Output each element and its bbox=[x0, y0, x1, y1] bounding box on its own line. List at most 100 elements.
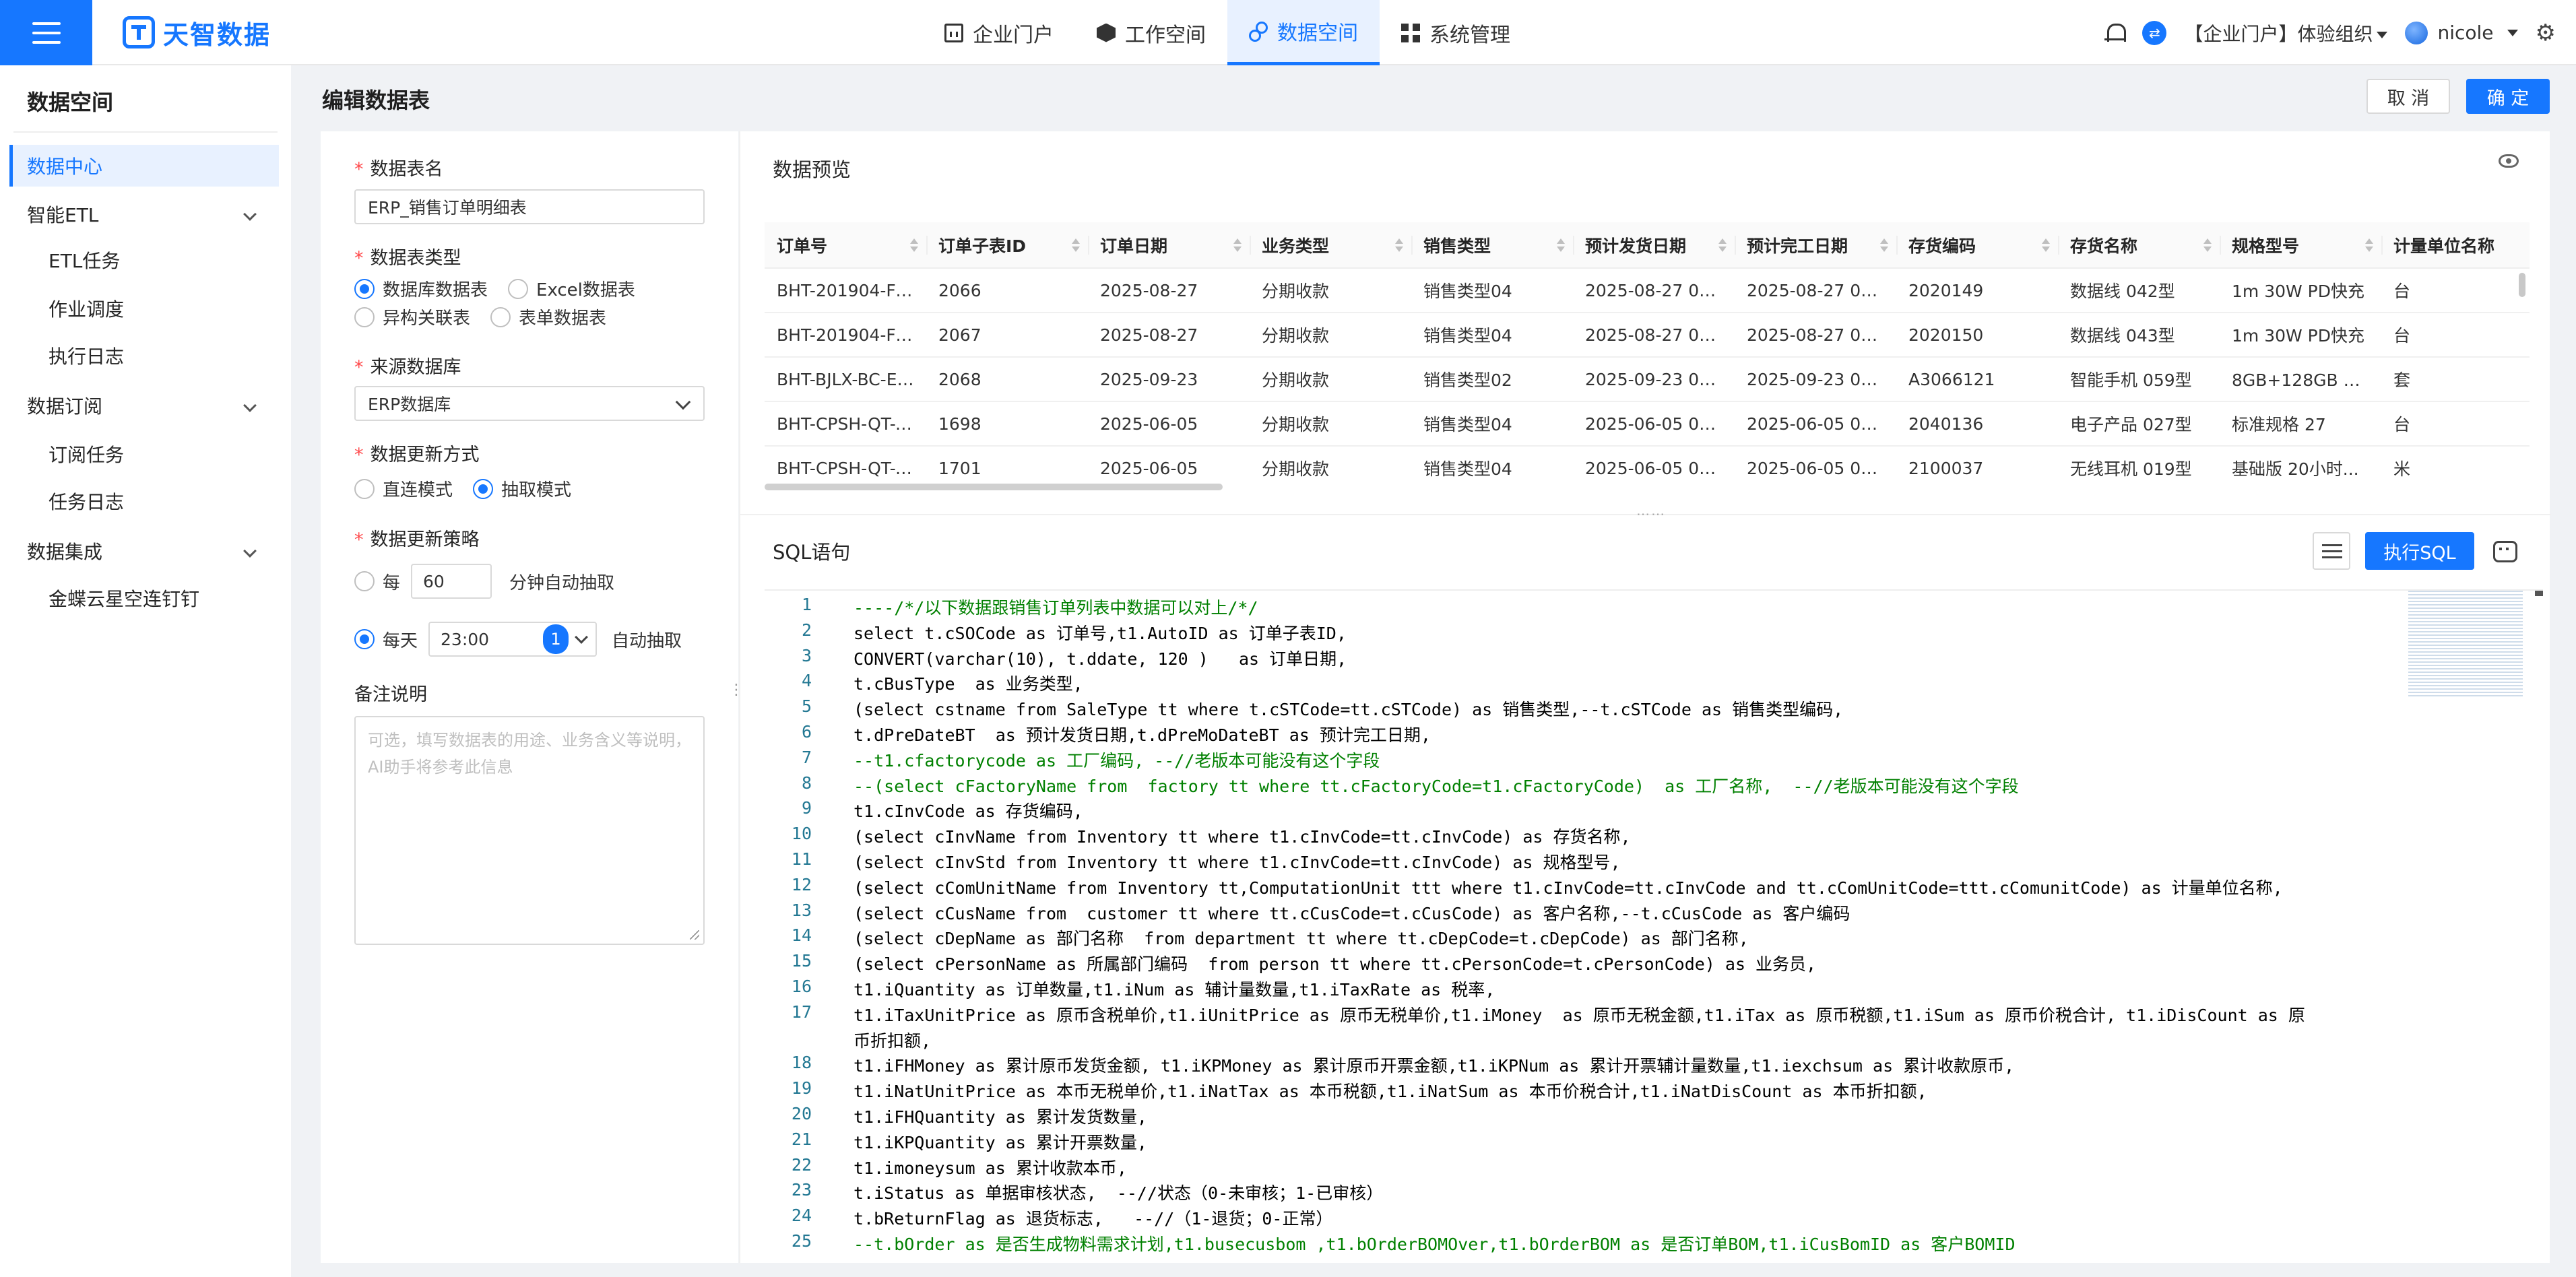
strategy-radio-daily[interactable]: 每天 bbox=[354, 627, 418, 652]
vertical-scrollbar[interactable] bbox=[2519, 273, 2525, 297]
code-text: CONVERT(varchar(10), t.ddate, 120 ) as 订… bbox=[854, 649, 1347, 669]
org-switcher[interactable]: 【企业门户】体验组织 bbox=[2184, 20, 2388, 46]
table-cell: 销售类型04 bbox=[1411, 446, 1573, 488]
sidebar-item[interactable]: 订阅任务 bbox=[9, 433, 279, 475]
code-line: 21 t1.iKPQuantity as 累计开票数量, bbox=[765, 1129, 2449, 1154]
menu-toggle-button[interactable] bbox=[0, 0, 92, 65]
column-header-label: 规格型号 bbox=[2232, 236, 2300, 256]
time-spin-badge[interactable]: 1 bbox=[543, 624, 569, 654]
share-nodes-icon bbox=[1249, 22, 1268, 42]
sidebar-item[interactable]: 数据订阅 bbox=[9, 385, 279, 426]
column-header-label: 业务类型 bbox=[1262, 236, 1330, 256]
table-cell: 分期收款 bbox=[1250, 268, 1411, 313]
split-drag-handle[interactable]: ⋯⋯ bbox=[1636, 506, 1666, 522]
column-header-label: 预计发货日期 bbox=[1585, 236, 1687, 256]
app-logo[interactable]: 天智数据 bbox=[123, 13, 271, 51]
column-header[interactable]: 预计发货日期 bbox=[1573, 222, 1735, 269]
user-name: nicole bbox=[2437, 22, 2494, 44]
gear-icon[interactable]: ⚙ bbox=[2536, 20, 2556, 46]
organization-icon[interactable]: ⇄ bbox=[2142, 20, 2167, 45]
type-radio-database[interactable]: 数据库数据表 bbox=[354, 276, 488, 301]
type-radio-heterogeneous[interactable]: 异构关联表 bbox=[354, 304, 470, 329]
sidebar-item[interactable]: 作业调度 bbox=[9, 288, 279, 329]
mode-radio-extract[interactable]: 抽取模式 bbox=[473, 476, 571, 501]
column-header[interactable]: 销售类型 bbox=[1411, 222, 1573, 269]
resize-handle-icon[interactable] bbox=[690, 930, 699, 940]
code-text: t1.iTaxUnitPrice as 原币含税单价,t1.iUnitPrice… bbox=[854, 1005, 2305, 1025]
code-text: ----/*/以下数据跟销售订单列表中数据可以对上/*/ bbox=[854, 598, 1258, 618]
type-radio-form[interactable]: 表单数据表 bbox=[490, 304, 606, 329]
line-number: 25 bbox=[791, 1231, 812, 1251]
table-cell: 分期收款 bbox=[1250, 313, 1411, 358]
column-header-label: 计量单位名称 bbox=[2393, 236, 2495, 256]
line-number: 12 bbox=[791, 874, 812, 894]
sidebar-item[interactable]: 智能ETL bbox=[9, 193, 279, 235]
chevron-down-icon[interactable] bbox=[575, 630, 588, 644]
source-db-select[interactable]: ERP数据库 bbox=[354, 386, 705, 421]
sql-settings-button[interactable] bbox=[2313, 532, 2350, 570]
code-text: t1.iQuantity as 订单数量,t1.iNum as 辅计量数量,t1… bbox=[854, 980, 1495, 1000]
sidebar-item-label: 金蝶云星空连钉钉 bbox=[49, 588, 200, 610]
column-header[interactable]: 订单子表ID bbox=[926, 222, 1088, 269]
radio-label: 数据库数据表 bbox=[383, 280, 488, 300]
radio-dot bbox=[508, 278, 529, 299]
user-menu[interactable]: nicole bbox=[2405, 21, 2518, 44]
eye-icon[interactable] bbox=[2499, 154, 2519, 168]
sidebar-item[interactable]: 任务日志 bbox=[9, 480, 279, 522]
radio-dot bbox=[354, 571, 375, 591]
robot-icon[interactable] bbox=[2490, 535, 2520, 565]
org-label: 【企业门户】体验组织 bbox=[2184, 22, 2373, 45]
nav-system-admin[interactable]: 系统管理 bbox=[1380, 0, 1532, 65]
table-name-input[interactable]: ERP_销售订单明细表 bbox=[354, 189, 705, 224]
run-sql-button[interactable]: 执行SQL bbox=[2365, 532, 2474, 570]
sidebar-item[interactable]: 金蝶云星空连钉钉 bbox=[9, 577, 279, 619]
nav-data-space[interactable]: 数据空间 bbox=[1227, 0, 1380, 65]
column-header[interactable]: 存货名称 bbox=[2058, 222, 2220, 269]
note-textarea[interactable]: 可选，填写数据表的用途、业务含义等说明，AI助手将参考此信息 bbox=[354, 716, 705, 945]
code-line: 25 --t.bOrder as 是否生成物料需求计划,t1.busecusbom… bbox=[765, 1231, 2449, 1255]
interval-minutes-input[interactable]: 60 bbox=[411, 564, 492, 599]
line-number: 17 bbox=[791, 1002, 812, 1022]
column-header[interactable]: 订单号 bbox=[765, 222, 926, 269]
column-header[interactable]: 业务类型 bbox=[1250, 222, 1411, 269]
sidebar-item[interactable]: ETL任务 bbox=[9, 239, 279, 281]
table-cell: 2025-09-23 bbox=[1088, 357, 1250, 402]
time-value: 23:00 bbox=[441, 629, 490, 649]
cancel-button[interactable]: 取 消 bbox=[2366, 79, 2450, 114]
type-radio-excel[interactable]: Excel数据表 bbox=[508, 276, 635, 301]
editor-scrollbar[interactable] bbox=[2535, 591, 2543, 596]
strategy-daily-row: 每天 23:00 1 自动抽取 bbox=[354, 622, 682, 657]
column-header[interactable]: 存货编码 bbox=[1896, 222, 2058, 269]
code-minimap[interactable] bbox=[2408, 591, 2523, 698]
horizontal-scrollbar[interactable] bbox=[765, 484, 1223, 490]
table-cell: 8GB+128GB 5G版 bbox=[2220, 357, 2381, 402]
bell-icon[interactable] bbox=[2104, 22, 2127, 44]
nav-label: 企业门户 bbox=[973, 23, 1054, 47]
code-line: 15 (select cPersonName as 所属部门编码 from per… bbox=[765, 951, 2449, 975]
column-header-label: 订单号 bbox=[777, 236, 828, 256]
nav-enterprise-portal[interactable]: 企业门户 bbox=[923, 0, 1075, 65]
column-header[interactable]: 计量单位名称 bbox=[2381, 222, 2530, 269]
strategy-radio-every[interactable]: 每 bbox=[354, 569, 400, 594]
mode-radio-direct[interactable]: 直连模式 bbox=[354, 476, 453, 501]
radio-label: Excel数据表 bbox=[536, 280, 635, 300]
sidebar-item[interactable]: 执行日志 bbox=[9, 335, 279, 376]
sql-editor[interactable]: 1 ----/*/以下数据跟销售订单列表中数据可以对上/*/ 2 select t.c… bbox=[765, 589, 2543, 1263]
code-text: t.iStatus as 单据审核状态, --//状态（0-未审核；1-已审核） bbox=[854, 1183, 1384, 1204]
nav-workspace[interactable]: 工作空间 bbox=[1075, 0, 1227, 65]
sidebar-item[interactable]: 数据集成 bbox=[9, 530, 279, 572]
code-line: 20 t1.iFHQuantity as 累计发货数量, bbox=[765, 1104, 2449, 1128]
code-line: 23 t.iStatus as 单据审核状态, --//状态（0-未审核；1-已审… bbox=[765, 1180, 2449, 1204]
code-line: 5 (select cstname from SaleType tt where … bbox=[765, 696, 2449, 721]
confirm-button[interactable]: 确 定 bbox=[2466, 79, 2550, 114]
preview-table-container: 订单号 订单子表ID 订单日期 业务类型 销售类型 预计发货日期 预计完工日期 存货编码 存货名… bbox=[765, 222, 2530, 488]
code-text: t1.imoneysum as 累计收款本币, bbox=[854, 1158, 1127, 1178]
sidebar-item[interactable]: 数据中心 bbox=[9, 145, 279, 187]
code-line: 13 (select cCusName from customer tt wher… bbox=[765, 901, 2449, 925]
table-cell: 数据线 042型 bbox=[2058, 268, 2220, 313]
column-header[interactable]: 订单日期 bbox=[1088, 222, 1250, 269]
column-header[interactable]: 规格型号 bbox=[2220, 222, 2381, 269]
column-header[interactable]: 预计完工日期 bbox=[1735, 222, 1896, 269]
daily-time-picker[interactable]: 23:00 1 bbox=[428, 622, 598, 657]
table-cell: 2040136 bbox=[1896, 401, 2058, 447]
